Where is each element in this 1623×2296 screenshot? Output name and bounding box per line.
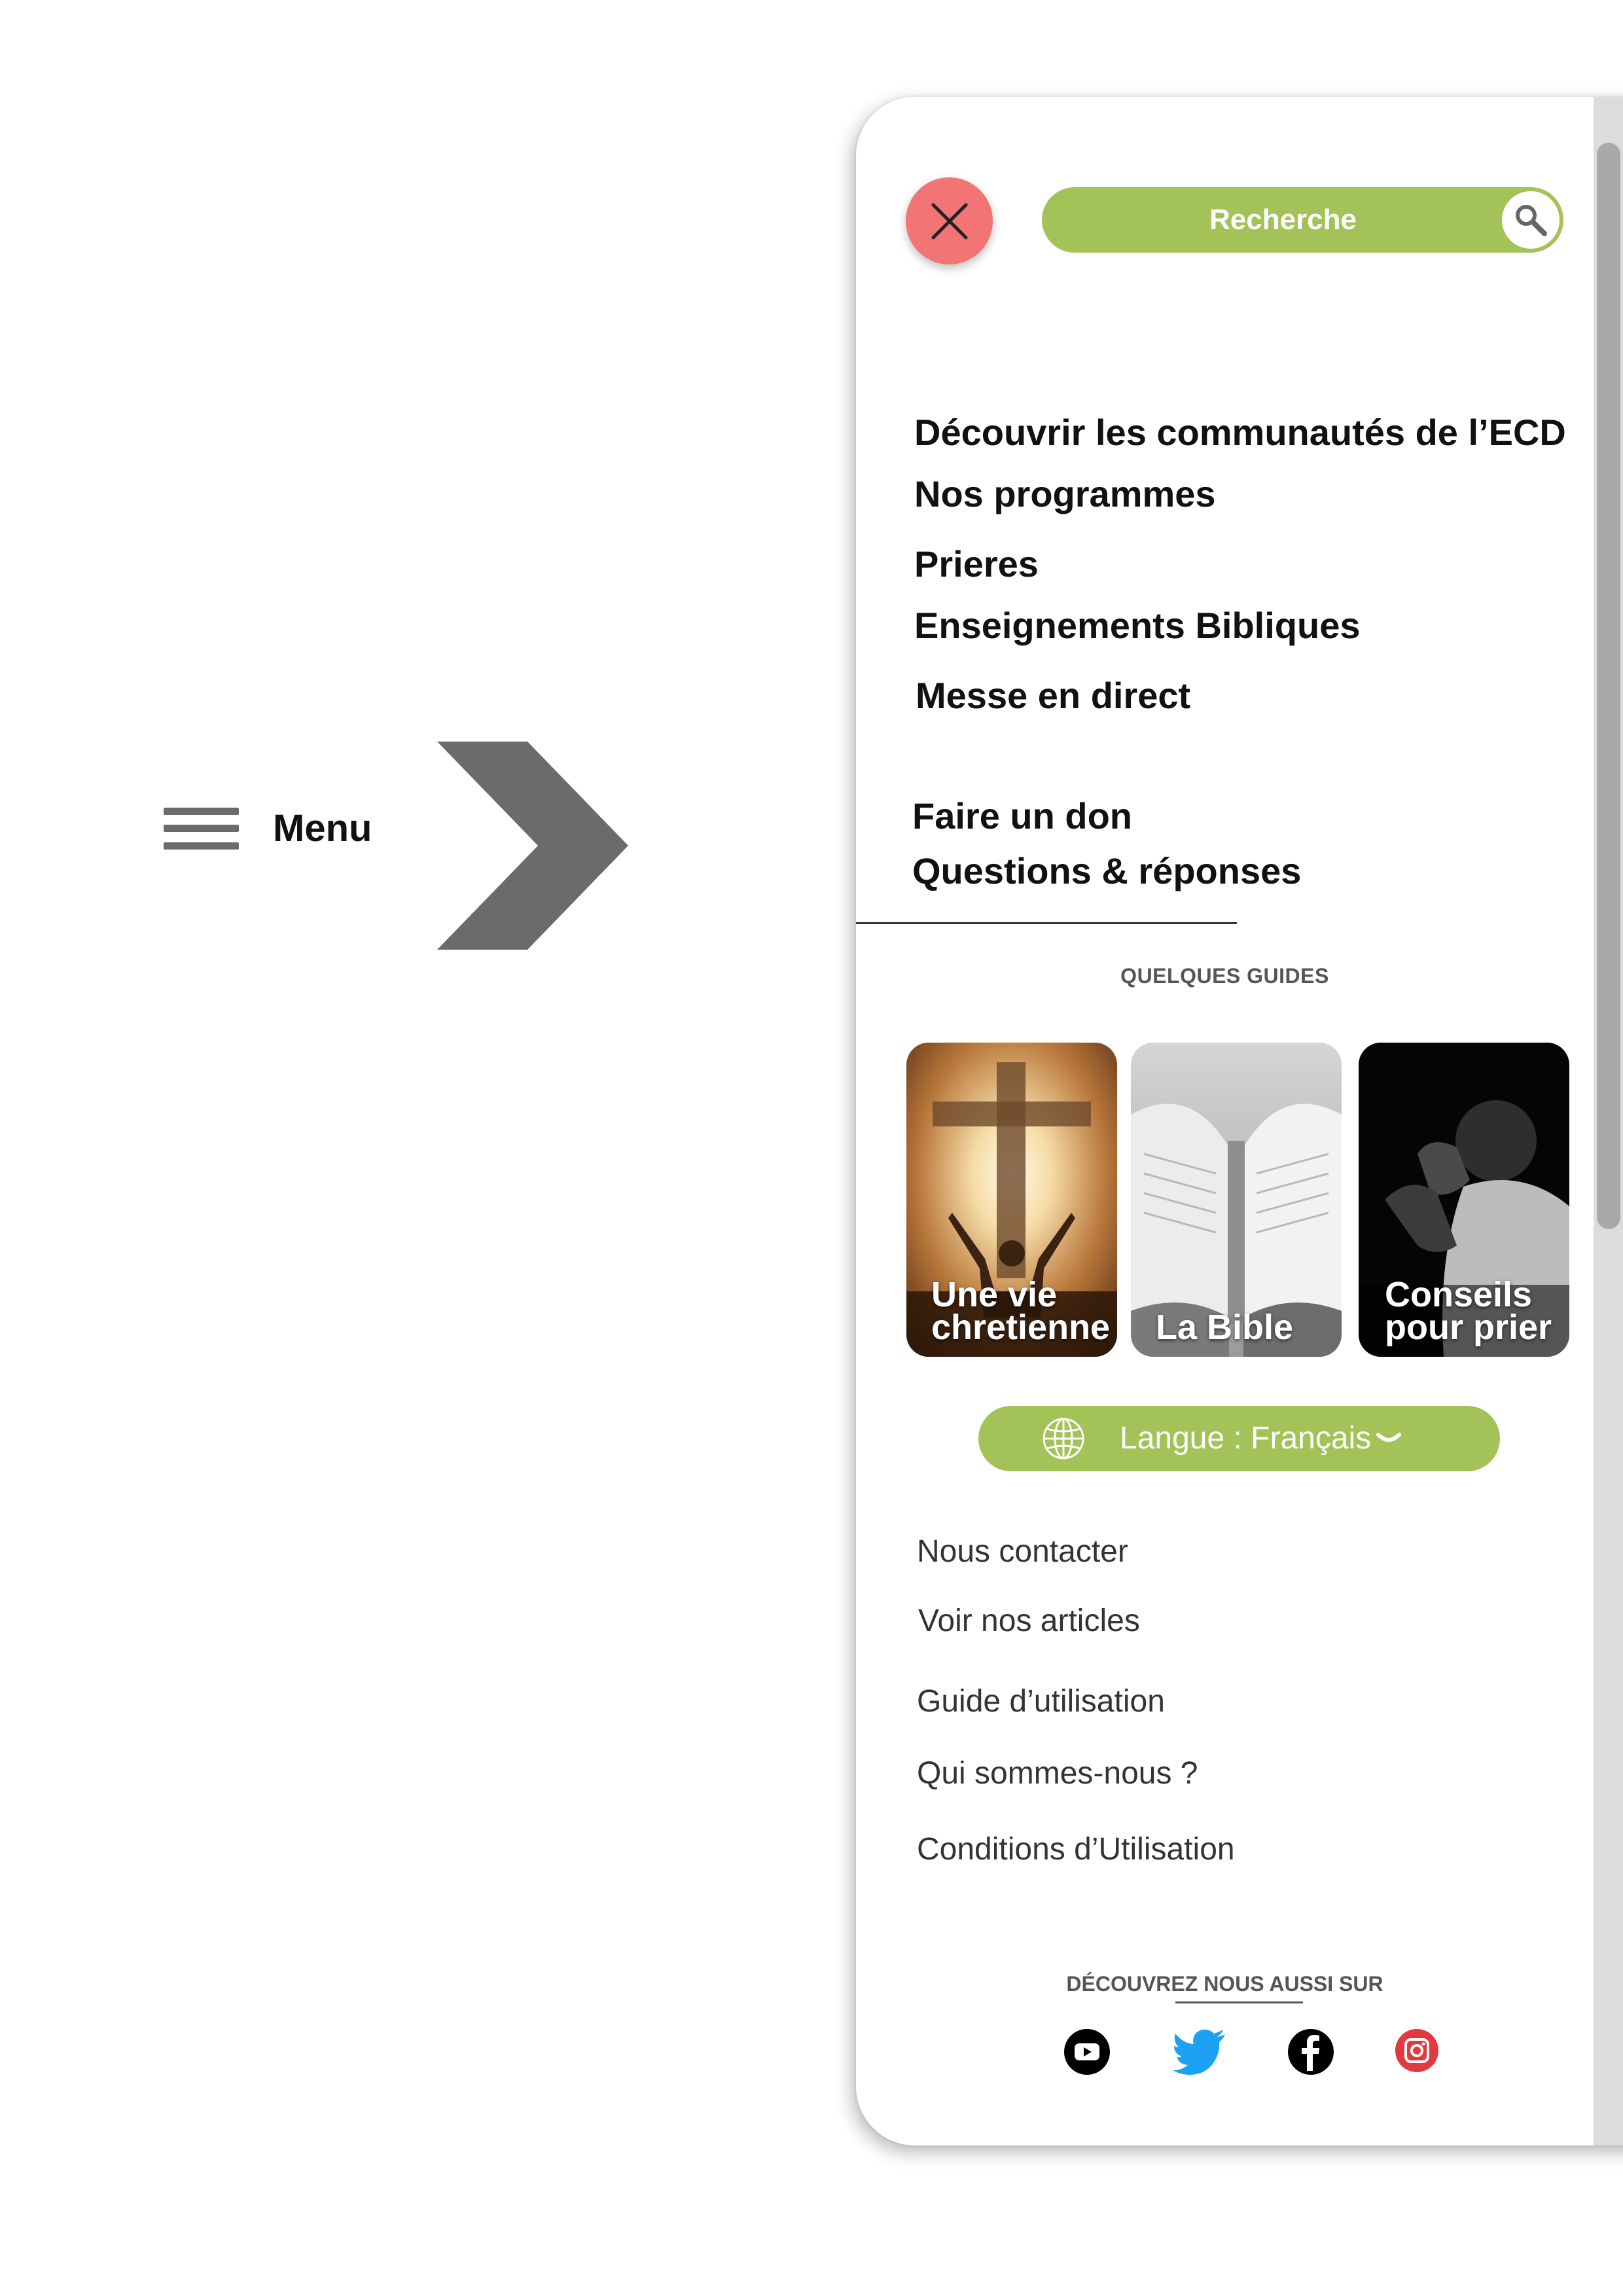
footer-link-guide[interactable]: Guide d’utilisation: [917, 1683, 1165, 1719]
guide-title: Une vie chretienne: [931, 1275, 1111, 1347]
guide-title: La Bible: [1156, 1308, 1294, 1347]
social-heading: DÉCOUVREZ NOUS AUSSI SUR: [1066, 1972, 1383, 1996]
navigation-drawer: Recherche Découvrir les communautés de l…: [856, 97, 1623, 2145]
social-heading-underline: [1175, 2001, 1303, 2003]
footer-link-terms[interactable]: Conditions d’Utilisation: [917, 1831, 1235, 1867]
chevron-right-arrow-icon: [437, 742, 628, 950]
guides-heading: QUELQUES GUIDES: [1120, 964, 1329, 988]
nav-item-enseignements[interactable]: Enseignements Bibliques: [914, 604, 1361, 647]
scrollbar-thumb[interactable]: [1597, 143, 1620, 1229]
menu-trigger-button[interactable]: Menu: [164, 806, 372, 850]
instagram-icon[interactable]: [1394, 2028, 1440, 2073]
youtube-icon[interactable]: [1063, 2028, 1111, 2076]
search-placeholder: Recherche: [1209, 204, 1357, 236]
section-divider: [856, 922, 1237, 924]
footer-link-about[interactable]: Qui sommes-nous ?: [917, 1755, 1198, 1791]
nav-item-don[interactable]: Faire un don: [912, 795, 1132, 837]
nav-item-communautes[interactable]: Découvrir les communautés de l’ECD: [914, 411, 1566, 454]
chevron-down-icon: [1376, 1433, 1401, 1442]
search-icon: [1516, 205, 1547, 236]
close-button[interactable]: [906, 177, 993, 264]
guide-card-conseils-prier[interactable]: Conseils pour prier: [1359, 1043, 1569, 1357]
guide-card-la-bible[interactable]: La Bible: [1131, 1043, 1342, 1357]
nav-item-prieres[interactable]: Prieres: [914, 543, 1039, 585]
search-button[interactable]: [1502, 191, 1560, 249]
footer-link-contact[interactable]: Nous contacter: [917, 1534, 1128, 1570]
language-label: Langue : Français: [1120, 1421, 1372, 1456]
menu-label: Menu: [273, 807, 372, 850]
hamburger-icon: [164, 807, 239, 850]
language-select[interactable]: Langue : Français: [978, 1406, 1500, 1471]
close-icon: [931, 203, 967, 239]
guide-card-vie-chretienne[interactable]: Une vie chretienne: [906, 1043, 1117, 1357]
nav-item-questions[interactable]: Questions & réponses: [912, 850, 1301, 892]
twitter-icon[interactable]: [1173, 2028, 1228, 2076]
footer-link-articles[interactable]: Voir nos articles: [918, 1603, 1140, 1639]
nav-item-messe[interactable]: Messe en direct: [916, 674, 1190, 717]
guide-title: Conseils pour prier: [1385, 1275, 1552, 1347]
globe-icon: [1043, 1418, 1084, 1460]
search-input[interactable]: Recherche: [1042, 187, 1563, 253]
facebook-icon[interactable]: [1287, 2028, 1335, 2076]
nav-item-programmes[interactable]: Nos programmes: [914, 473, 1216, 515]
